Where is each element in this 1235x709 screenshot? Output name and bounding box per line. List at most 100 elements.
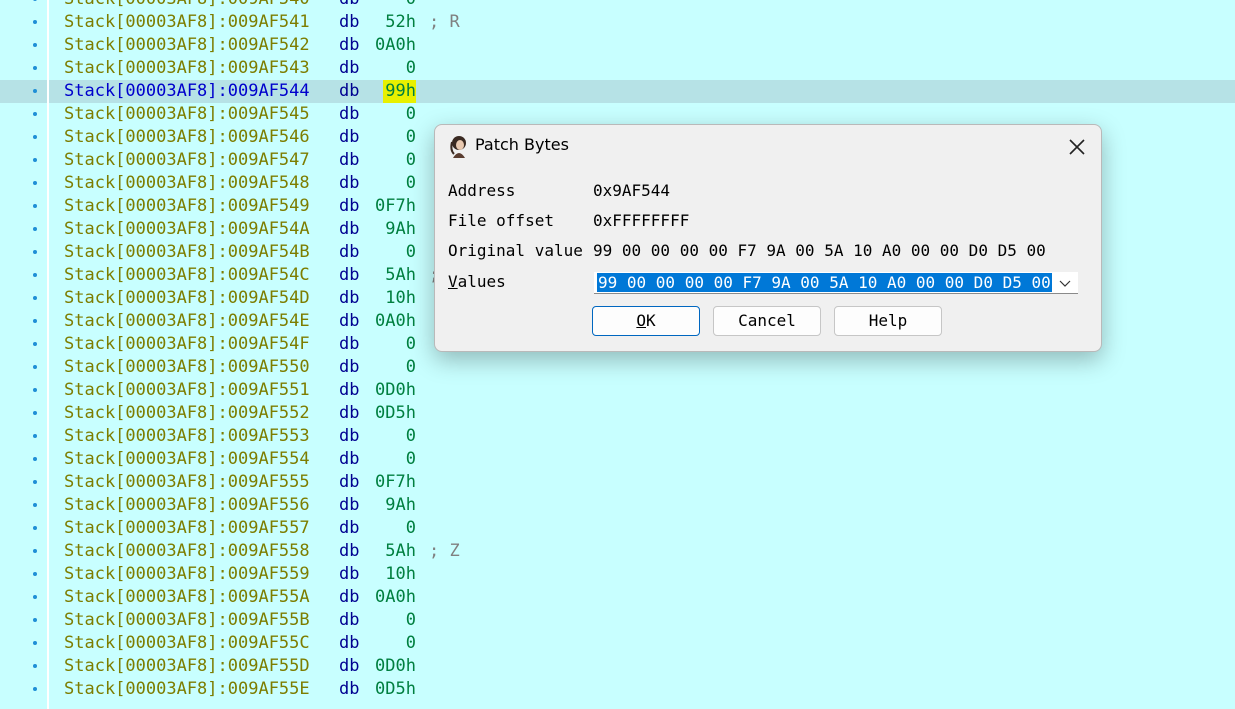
close-icon[interactable] — [1065, 135, 1089, 159]
row-value[interactable]: 0 — [370, 609, 416, 632]
listing-row[interactable]: Stack[00003AF8]:009AF55B db 0 — [0, 609, 1235, 632]
row-mnemonic[interactable]: db — [339, 241, 359, 264]
row-value[interactable]: 10h — [370, 563, 416, 586]
listing-row[interactable]: Stack[00003AF8]:009AF553 db 0 — [0, 425, 1235, 448]
listing-row[interactable]: Stack[00003AF8]:009AF552 db 0D5h — [0, 402, 1235, 425]
row-address[interactable]: Stack[00003AF8]:009AF54E — [64, 310, 310, 333]
row-value[interactable]: 0 — [370, 0, 416, 11]
row-address[interactable]: Stack[00003AF8]:009AF540 — [64, 0, 310, 11]
listing-row[interactable]: Stack[00003AF8]:009AF545 db 0 — [0, 103, 1235, 126]
row-mnemonic[interactable]: db — [339, 0, 359, 11]
row-address[interactable]: Stack[00003AF8]:009AF545 — [64, 103, 310, 126]
row-value[interactable]: 0A0h — [370, 586, 416, 609]
row-mnemonic[interactable]: db — [339, 287, 359, 310]
chevron-down-icon[interactable] — [1058, 276, 1072, 290]
row-mnemonic[interactable]: db — [339, 379, 359, 402]
row-address[interactable]: Stack[00003AF8]:009AF55E — [64, 678, 310, 701]
row-address[interactable]: Stack[00003AF8]:009AF550 — [64, 356, 310, 379]
listing-row[interactable]: Stack[00003AF8]:009AF554 db 0 — [0, 448, 1235, 471]
row-address[interactable]: Stack[00003AF8]:009AF55A — [64, 586, 310, 609]
row-value[interactable]: 0 — [370, 632, 416, 655]
row-address[interactable]: Stack[00003AF8]:009AF541 — [64, 11, 310, 34]
row-address[interactable]: Stack[00003AF8]:009AF54C — [64, 264, 310, 287]
row-mnemonic[interactable]: db — [339, 218, 359, 241]
row-mnemonic[interactable]: db — [339, 356, 359, 379]
row-address[interactable]: Stack[00003AF8]:009AF551 — [64, 379, 310, 402]
row-value[interactable]: 0 — [370, 448, 416, 471]
row-value[interactable]: 0A0h — [370, 310, 416, 333]
listing-row[interactable]: Stack[00003AF8]:009AF540 db 0 — [0, 0, 1235, 11]
row-value[interactable]: 5Ah — [370, 540, 416, 563]
row-mnemonic[interactable]: db — [339, 471, 359, 494]
row-value[interactable]: 0 — [370, 517, 416, 540]
row-mnemonic[interactable]: db — [339, 540, 359, 563]
row-address[interactable]: Stack[00003AF8]:009AF54A — [64, 218, 310, 241]
row-address[interactable]: Stack[00003AF8]:009AF558 — [64, 540, 310, 563]
row-mnemonic[interactable]: db — [339, 34, 359, 57]
row-value[interactable]: 0 — [370, 425, 416, 448]
row-address[interactable]: Stack[00003AF8]:009AF548 — [64, 172, 310, 195]
row-value[interactable]: 0 — [370, 172, 416, 195]
listing-row-selected[interactable]: Stack[00003AF8]:009AF544 db 99h — [0, 80, 1235, 103]
row-value[interactable]: 0F7h — [370, 195, 416, 218]
row-value[interactable]: 0 — [370, 241, 416, 264]
row-value[interactable]: 0D5h — [370, 678, 416, 701]
row-address[interactable]: Stack[00003AF8]:009AF556 — [64, 494, 310, 517]
row-address[interactable]: Stack[00003AF8]:009AF54F — [64, 333, 310, 356]
row-value[interactable]: 0D5h — [370, 402, 416, 425]
row-mnemonic[interactable]: db — [339, 655, 359, 678]
listing-row[interactable]: Stack[00003AF8]:009AF542 db 0A0h — [0, 34, 1235, 57]
row-mnemonic[interactable]: db — [339, 678, 359, 701]
row-mnemonic[interactable]: db — [339, 494, 359, 517]
listing-row[interactable]: Stack[00003AF8]:009AF55E db 0D5h — [0, 678, 1235, 701]
row-address[interactable]: Stack[00003AF8]:009AF55D — [64, 655, 310, 678]
row-mnemonic[interactable]: db — [339, 57, 359, 80]
listing-row[interactable]: Stack[00003AF8]:009AF550 db 0 — [0, 356, 1235, 379]
cancel-button[interactable]: Cancel — [713, 306, 821, 336]
row-value[interactable]: 0D0h — [370, 379, 416, 402]
row-value[interactable]: 0A0h — [370, 34, 416, 57]
row-address[interactable]: Stack[00003AF8]:009AF54B — [64, 241, 310, 264]
row-address[interactable]: Stack[00003AF8]:009AF543 — [64, 57, 310, 80]
listing-row[interactable]: Stack[00003AF8]:009AF543 db 0 — [0, 57, 1235, 80]
row-value[interactable]: 0 — [370, 149, 416, 172]
row-mnemonic[interactable]: db — [339, 517, 359, 540]
row-mnemonic[interactable]: db — [339, 310, 359, 333]
row-value[interactable]: 99h — [383, 80, 416, 103]
row-mnemonic[interactable]: db — [339, 80, 359, 103]
row-value[interactable]: 9Ah — [370, 218, 416, 241]
row-value[interactable]: 0F7h — [370, 471, 416, 494]
row-mnemonic[interactable]: db — [339, 448, 359, 471]
row-address[interactable]: Stack[00003AF8]:009AF549 — [64, 195, 310, 218]
values-combobox[interactable]: 99 00 00 00 00 F7 9A 00 5A 10 A0 00 00 D… — [594, 272, 1078, 294]
row-value[interactable]: 0 — [370, 103, 416, 126]
listing-row[interactable]: Stack[00003AF8]:009AF555 db 0F7h — [0, 471, 1235, 494]
row-address[interactable]: Stack[00003AF8]:009AF554 — [64, 448, 310, 471]
row-value[interactable]: 0 — [370, 126, 416, 149]
help-button[interactable]: Help — [834, 306, 942, 336]
listing-row[interactable]: Stack[00003AF8]:009AF558 db 5Ah ; Z — [0, 540, 1235, 563]
row-mnemonic[interactable]: db — [339, 402, 359, 425]
listing-row[interactable]: Stack[00003AF8]:009AF55C db 0 — [0, 632, 1235, 655]
row-value[interactable]: 9Ah — [370, 494, 416, 517]
row-mnemonic[interactable]: db — [339, 586, 359, 609]
row-mnemonic[interactable]: db — [339, 172, 359, 195]
row-mnemonic[interactable]: db — [339, 126, 359, 149]
row-address[interactable]: Stack[00003AF8]:009AF546 — [64, 126, 310, 149]
row-mnemonic[interactable]: db — [339, 563, 359, 586]
listing-row[interactable]: Stack[00003AF8]:009AF55A db 0A0h — [0, 586, 1235, 609]
listing-row[interactable]: Stack[00003AF8]:009AF541 db 52h ; R — [0, 11, 1235, 34]
row-mnemonic[interactable]: db — [339, 11, 359, 34]
values-input[interactable]: 99 00 00 00 00 F7 9A 00 5A 10 A0 00 00 D… — [597, 273, 1052, 292]
row-address[interactable]: Stack[00003AF8]:009AF544 — [64, 80, 310, 103]
row-address[interactable]: Stack[00003AF8]:009AF555 — [64, 471, 310, 494]
row-address[interactable]: Stack[00003AF8]:009AF54D — [64, 287, 310, 310]
row-address[interactable]: Stack[00003AF8]:009AF55C — [64, 632, 310, 655]
listing-row[interactable]: Stack[00003AF8]:009AF556 db 9Ah — [0, 494, 1235, 517]
row-mnemonic[interactable]: db — [339, 609, 359, 632]
row-address[interactable]: Stack[00003AF8]:009AF55B — [64, 609, 310, 632]
row-mnemonic[interactable]: db — [339, 195, 359, 218]
row-value[interactable]: 10h — [370, 287, 416, 310]
row-value[interactable]: 0 — [370, 333, 416, 356]
row-address[interactable]: Stack[00003AF8]:009AF552 — [64, 402, 310, 425]
